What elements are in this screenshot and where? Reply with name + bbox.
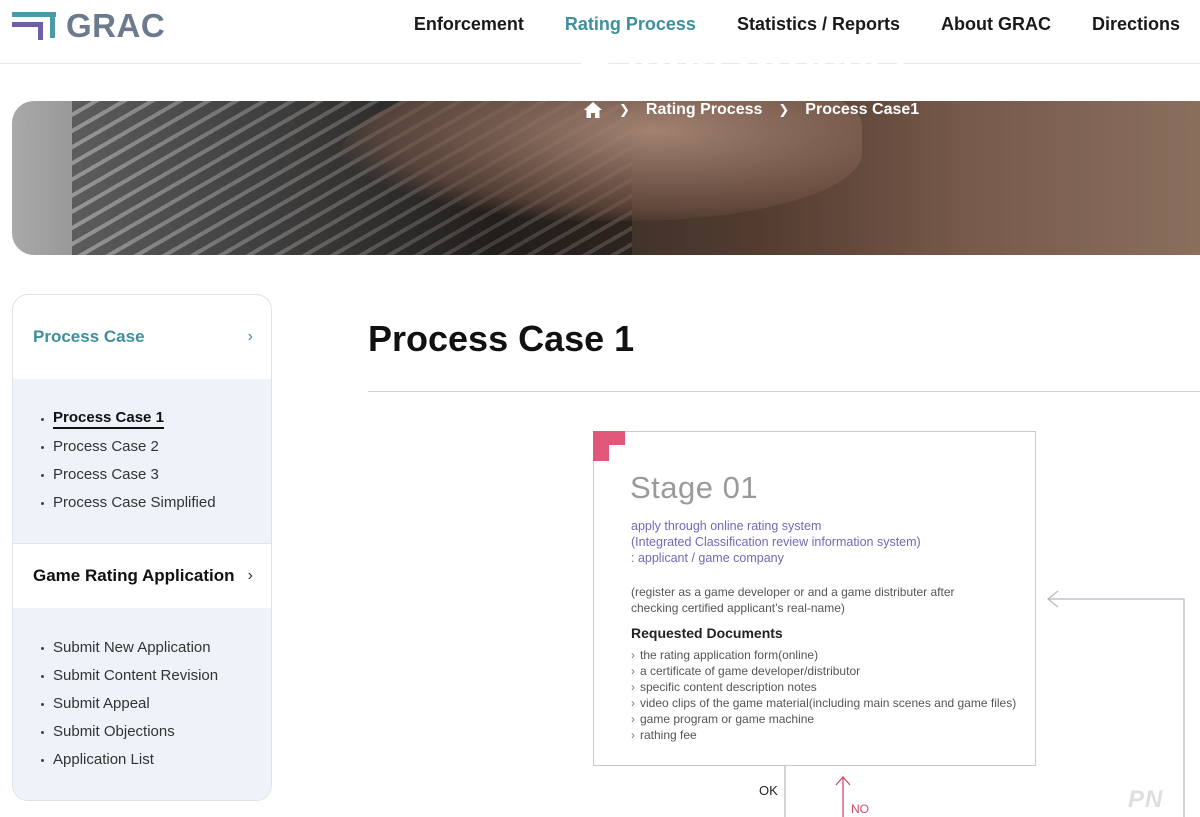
- grac-logo[interactable]: GRAC: [12, 7, 166, 44]
- sidebar-section-label: Game Rating Application: [33, 566, 235, 585]
- stage-summary: apply through online rating system (Inte…: [631, 519, 921, 565]
- sidebar-item-process-case-3[interactable]: Process Case 3: [41, 461, 271, 489]
- main-nav: Enforcement Rating Process Statistics / …: [414, 14, 1180, 35]
- nav-enforcement[interactable]: Enforcement: [414, 14, 524, 35]
- list-item: rathing fee: [631, 727, 1016, 743]
- page-banner: [12, 101, 1200, 255]
- stage-title: Stage 01: [630, 470, 759, 505]
- nav-directions[interactable]: Directions: [1092, 14, 1180, 35]
- flow-ok-no-arrows: [784, 766, 851, 817]
- breadcrumb-process-case1[interactable]: Process Case1: [805, 101, 919, 119]
- game-rating-application-list: Submit New Application Submit Content Re…: [13, 608, 271, 800]
- sidebar: Process Case › Process Case 1 Process Ca…: [12, 294, 272, 801]
- sidebar-section-process-case[interactable]: Process Case ›: [13, 295, 271, 379]
- sidebar-item-application-list[interactable]: Application List: [41, 746, 271, 774]
- sidebar-item-process-case-1[interactable]: Process Case 1: [41, 405, 271, 433]
- nav-rating-process[interactable]: Rating Process: [565, 14, 696, 35]
- corner-accent-icon: [593, 431, 625, 461]
- sidebar-section-game-rating-application[interactable]: Game Rating Application ›: [13, 544, 271, 608]
- flow-ok-label: OK: [759, 783, 778, 798]
- watermark-logo: PN: [1128, 786, 1164, 813]
- flow-return-arrow: [1047, 590, 1185, 817]
- sidebar-item-process-case-2[interactable]: Process Case 2: [41, 433, 271, 461]
- breadcrumb-separator-icon: ❯: [778, 102, 790, 117]
- chevron-right-icon: ›: [247, 567, 253, 584]
- list-item: a certificate of game developer/distribu…: [631, 663, 1016, 679]
- requested-documents-list: the rating application form(online) a ce…: [631, 647, 1016, 743]
- chevron-right-icon: ›: [247, 328, 253, 345]
- list-item: game program or game machine: [631, 711, 1016, 727]
- sidebar-item-process-case-simplified[interactable]: Process Case Simplified: [41, 489, 271, 517]
- stage-card: Stage 01 apply through online rating sys…: [593, 431, 1036, 766]
- process-case-list: Process Case 1 Process Case 2 Process Ca…: [13, 379, 271, 544]
- list-item: video clips of the game material(includi…: [631, 695, 1016, 711]
- sidebar-item-submit-new-application[interactable]: Submit New Application: [41, 634, 271, 662]
- list-item: specific content description notes: [631, 679, 1016, 695]
- nav-statistics-reports[interactable]: Statistics / Reports: [737, 14, 900, 35]
- flow-no-label: NO: [851, 802, 869, 816]
- stage-note: (register as a game developer or and a g…: [631, 585, 955, 615]
- banner-title: Rating Process: [578, 39, 921, 92]
- logo-mark-icon: [12, 10, 60, 42]
- breadcrumb-separator-icon: ❯: [619, 102, 630, 117]
- home-icon[interactable]: [583, 101, 603, 119]
- page-title: Process Case 1: [368, 318, 635, 359]
- requested-documents-title: Requested Documents: [631, 625, 783, 641]
- sidebar-item-submit-objections[interactable]: Submit Objections: [41, 718, 271, 746]
- logo-text: GRAC: [66, 7, 166, 44]
- breadcrumb: ❯ Rating Process ❯ Process Case1: [583, 101, 919, 119]
- sidebar-item-submit-content-revision[interactable]: Submit Content Revision: [41, 662, 271, 690]
- breadcrumb-rating-process[interactable]: Rating Process: [646, 101, 762, 119]
- title-divider: [368, 391, 1200, 392]
- sidebar-section-label: Process Case: [33, 327, 145, 346]
- nav-about-grac[interactable]: About GRAC: [941, 14, 1051, 35]
- sidebar-item-submit-appeal[interactable]: Submit Appeal: [41, 690, 271, 718]
- list-item: the rating application form(online): [631, 647, 1016, 663]
